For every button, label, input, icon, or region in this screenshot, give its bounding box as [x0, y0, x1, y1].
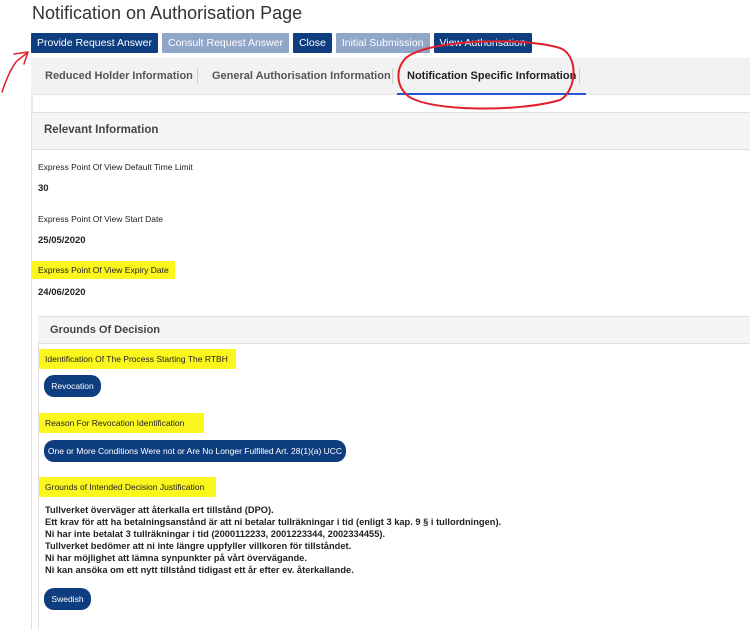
relevant-information-heading: Relevant Information	[44, 124, 159, 136]
justification-line: Ni har möjlighet att lämna synpunkter på…	[45, 553, 307, 563]
justification-text: Tullverket överväger att återkalla ert t…	[45, 504, 501, 576]
initial-submission-button[interactable]: Initial Submission	[335, 33, 430, 53]
process-value-badge: Revocation	[44, 375, 101, 397]
close-button[interactable]: Close	[292, 33, 332, 53]
red-arrow-annotation	[1, 51, 29, 93]
tab-divider	[579, 68, 580, 84]
view-authorisation-button[interactable]: View Authorisation	[433, 33, 532, 53]
default-time-limit-value: 30	[38, 183, 49, 194]
justification-line: Tullverket bedömer att ni inte längre up…	[45, 541, 352, 551]
process-label: Identification Of The Process Starting T…	[39, 349, 236, 369]
grounds-of-decision-heading: Grounds Of Decision	[50, 324, 161, 336]
justification-label: Grounds of Intended Decision Justificati…	[39, 477, 217, 497]
consult-request-answer-button[interactable]: Consult Request Answer	[161, 33, 289, 53]
justification-line: Tullverket överväger att återkalla ert t…	[45, 505, 274, 515]
page-title: Notification on Authorisation Page	[32, 3, 303, 23]
default-time-limit-label: Express Point Of View Default Time Limit	[38, 162, 193, 172]
justification-line: Ni kan ansöka om ett nytt tillstånd tidi…	[45, 565, 354, 575]
tab-bar: Reduced Holder Information General Autho…	[31, 58, 750, 95]
relevant-information-header: Relevant Information	[32, 113, 750, 150]
language-badge[interactable]: Swedish	[44, 588, 91, 610]
tab-general-authorisation-information[interactable]: General Authorisation Information	[212, 58, 391, 94]
grounds-of-decision-header: Grounds Of Decision	[38, 316, 750, 344]
tab-divider	[197, 68, 198, 84]
tab-reduced-holder-information[interactable]: Reduced Holder Information	[45, 58, 193, 94]
justification-line: Ett krav för att ha betalningsanstånd är…	[45, 517, 502, 527]
tab-notification-specific-information[interactable]: Notification Specific Information	[396, 58, 587, 95]
justification-line: Ni har inte betalat 3 tullräkningar i ti…	[45, 529, 386, 539]
start-date-label: Express Point Of View Start Date	[38, 214, 164, 224]
revocation-reason-label: Reason For Revocation Identification	[39, 413, 205, 433]
expiry-date-label: Express Point Of View Expiry Date	[32, 261, 175, 279]
expiry-date-value: 24/06/2020	[38, 287, 86, 298]
tab-divider	[392, 68, 393, 84]
revocation-reason-badge: One or More Conditions Were not or Are N…	[44, 440, 346, 462]
provide-request-answer-button[interactable]: Provide Request Answer	[31, 33, 158, 53]
action-toolbar: Provide Request Answer Consult Request A…	[31, 33, 532, 53]
start-date-value: 25/05/2020	[38, 235, 86, 246]
